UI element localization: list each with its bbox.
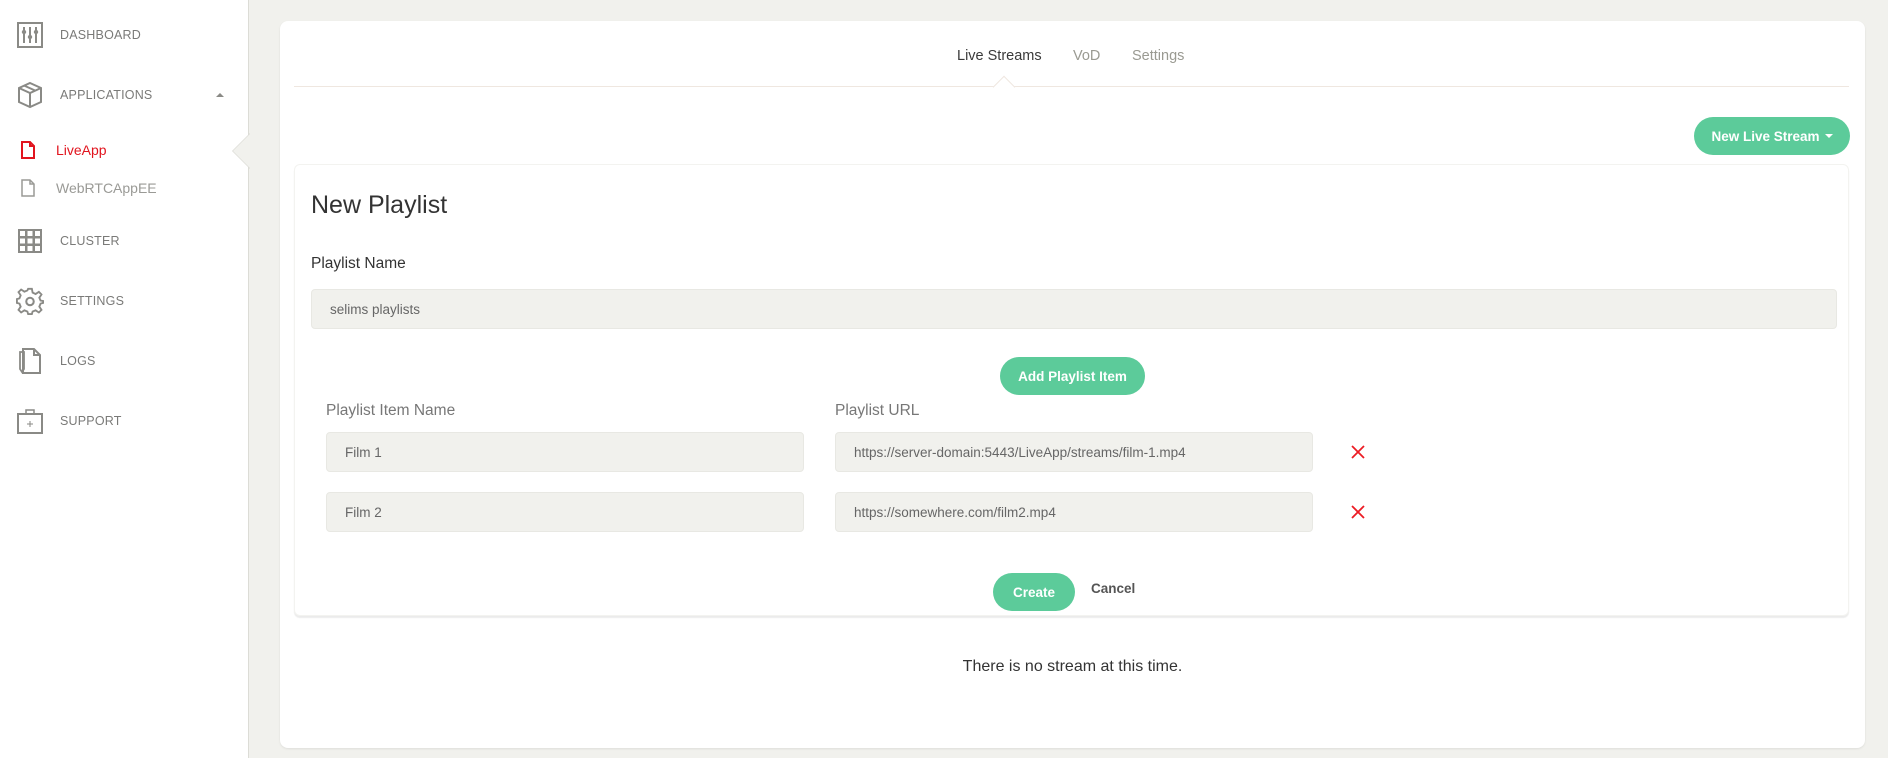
new-live-stream-button[interactable]: New Live Stream <box>1694 117 1850 155</box>
medical-kit-icon <box>16 407 44 435</box>
sidebar-item-support[interactable]: SUPPORT <box>0 401 249 441</box>
sidebar-item-label: APPLICATIONS <box>60 88 153 102</box>
empty-stream-message: There is no stream at this time. <box>962 658 1183 675</box>
cancel-button[interactable]: Cancel <box>1091 581 1135 596</box>
sidebar-item-applications[interactable]: APPLICATIONS <box>0 75 249 115</box>
sidebar-item-label: SUPPORT <box>60 414 122 428</box>
box-icon <box>16 81 44 109</box>
playlist-item-url-input[interactable] <box>835 432 1313 472</box>
tab-settings[interactable]: Settings <box>1132 48 1184 64</box>
file-icon <box>20 179 36 197</box>
sidebar-item-label: LOGS <box>60 354 96 368</box>
file-icon <box>20 141 36 159</box>
sidebar-app-webrtcappee[interactable]: WebRTCAppEE <box>0 173 249 203</box>
remove-item-icon[interactable] <box>1349 443 1367 461</box>
create-button[interactable]: Create <box>993 573 1075 611</box>
caret-down-icon <box>1824 134 1833 138</box>
playlist-item-url-input[interactable] <box>835 492 1313 532</box>
sidebar-item-label: CLUSTER <box>60 234 120 248</box>
add-playlist-item-button[interactable]: Add Playlist Item <box>1000 357 1145 395</box>
sidebar-item-label: SETTINGS <box>60 294 125 308</box>
item-name-header: Playlist Item Name <box>326 402 456 419</box>
sliders-icon <box>16 21 44 49</box>
main-panel: Live Streams VoD Settings New Live Strea… <box>280 21 1865 748</box>
sidebar: DASHBOARD APPLICATIONS LiveApp WebRTCApp… <box>0 0 249 758</box>
sidebar-app-liveapp[interactable]: LiveApp <box>0 135 249 165</box>
sidebar-item-cluster[interactable]: CLUSTER <box>0 221 249 261</box>
document-pen-icon <box>16 347 44 375</box>
sidebar-app-label: LiveApp <box>56 142 107 158</box>
active-app-pointer <box>233 134 250 168</box>
chevron-up-icon[interactable] <box>216 93 224 97</box>
remove-item-icon[interactable] <box>1349 503 1367 521</box>
sidebar-item-settings[interactable]: SETTINGS <box>0 281 249 321</box>
gear-icon <box>16 287 44 315</box>
playlist-item-name-input[interactable] <box>326 432 804 472</box>
playlist-item-name-input[interactable] <box>326 492 804 532</box>
tab-vod[interactable]: VoD <box>1073 48 1100 64</box>
new-live-stream-label: New Live Stream <box>1711 128 1820 144</box>
grid-icon <box>16 227 44 255</box>
new-playlist-form: New Playlist Playlist Name Add Playlist … <box>294 164 1849 616</box>
tab-live-streams[interactable]: Live Streams <box>957 48 1042 64</box>
sidebar-item-label: DASHBOARD <box>60 28 141 42</box>
sidebar-app-label: WebRTCAppEE <box>56 180 157 196</box>
item-url-header: Playlist URL <box>835 402 920 419</box>
form-title: New Playlist <box>311 191 448 219</box>
active-tab-indicator <box>992 75 1016 99</box>
tab-bar: Live Streams VoD Settings <box>294 21 1849 99</box>
sidebar-item-dashboard[interactable]: DASHBOARD <box>0 15 249 55</box>
sidebar-item-logs[interactable]: LOGS <box>0 341 249 381</box>
playlist-name-label: Playlist Name <box>311 255 406 272</box>
playlist-name-input[interactable] <box>311 289 1837 329</box>
